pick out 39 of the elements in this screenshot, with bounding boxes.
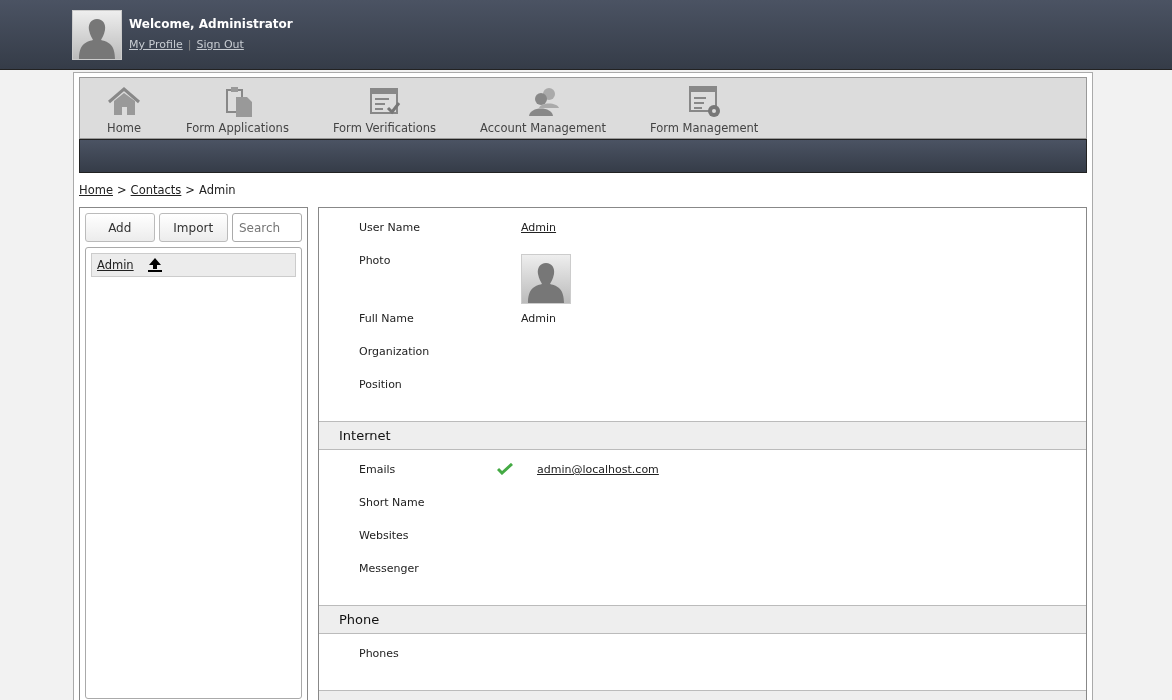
nav-item[interactable]: Form Applications	[164, 84, 311, 135]
nav-icon	[686, 84, 723, 118]
breadcrumb-current: Admin	[199, 183, 236, 197]
nav-item[interactable]: Form Management	[627, 84, 781, 135]
breadcrumb-separator: >	[116, 183, 127, 197]
nav-icon	[106, 84, 142, 118]
field-value: Admin	[521, 312, 558, 325]
field-label: Websites	[359, 529, 410, 542]
upload-arrow-icon	[147, 257, 162, 273]
field-label: Position	[359, 378, 403, 391]
field-label: Organization	[359, 345, 431, 358]
breadcrumb-link[interactable]: Contacts	[130, 183, 182, 197]
field-label: Short Name	[359, 496, 426, 509]
nav-item[interactable]: Account Management	[458, 84, 628, 135]
field-link[interactable]: Admin	[521, 221, 1086, 234]
field-label: Full Name	[359, 312, 415, 325]
avatar-image	[72, 9, 122, 60]
header-link[interactable]: My Profile	[129, 38, 183, 51]
field-label: Emails	[359, 463, 397, 476]
section-header: Phone	[319, 605, 1086, 634]
welcome-text: Welcome, Administrator	[129, 17, 293, 31]
header-link[interactable]: Sign Out	[196, 38, 244, 51]
search-field[interactable]: Search	[232, 213, 302, 242]
breadcrumb-separator: >	[185, 183, 195, 197]
field-label: User Name	[359, 221, 422, 234]
nav-item[interactable]: Home	[84, 84, 164, 135]
contact-item[interactable]: Admin	[91, 253, 296, 277]
nav-item[interactable]: Form Verifications	[310, 84, 459, 135]
photo-image	[521, 254, 571, 304]
separator: |	[187, 38, 192, 51]
toolbar-button[interactable]: Import	[158, 213, 228, 242]
breadcrumb-link[interactable]: Home	[79, 183, 113, 197]
contact-link[interactable]: Admin	[97, 258, 134, 272]
toolbar-button[interactable]: Add	[85, 213, 155, 242]
field-label: Phones	[359, 647, 400, 660]
field-label: Messenger	[359, 562, 420, 575]
email-link[interactable]: admin@localhost.com	[537, 463, 1086, 476]
field-label: Photo	[359, 254, 392, 267]
section-header: Internet	[319, 421, 1086, 450]
